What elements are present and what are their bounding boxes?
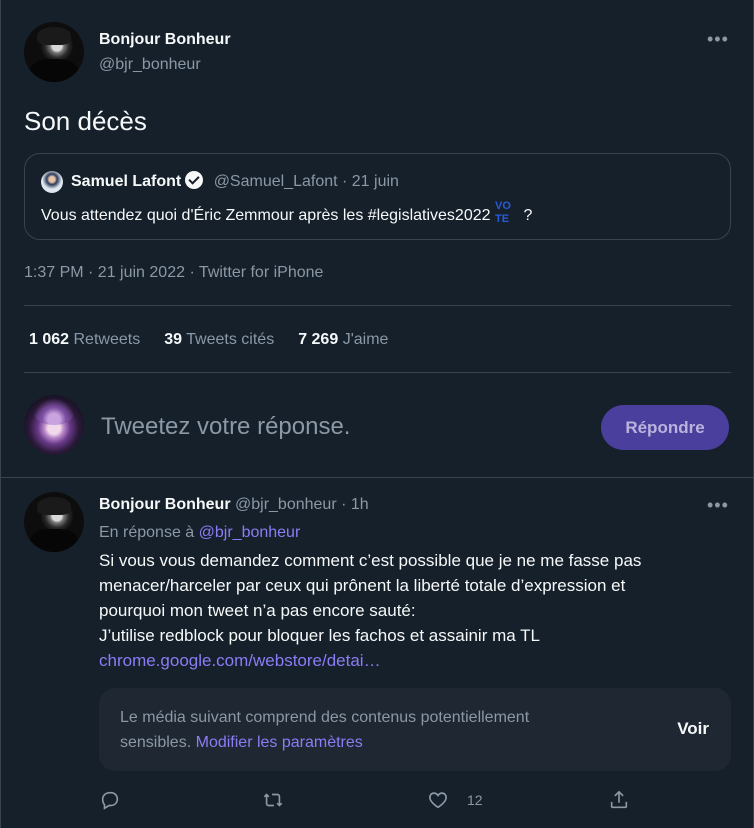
tweet-meta: 1:37 PM · 21 juin 2022 · Twitter for iPh…	[24, 264, 324, 281]
retweet-icon	[263, 793, 283, 807]
vote-top: VO	[494, 200, 511, 212]
reply-text: Si vous vous demandez comment c’est poss…	[99, 548, 729, 673]
modify-settings-link[interactable]: Modifier les paramètres	[196, 734, 363, 751]
vote-emoji: VO TE	[495, 200, 517, 226]
sensitive-line-2: sensibles. Modifier les paramètres	[120, 730, 640, 755]
vote-bottom: TE	[494, 213, 510, 225]
tweet-thread: Bonjour Bonheur @bjr_bonheur ••• Son déc…	[0, 0, 754, 828]
reply-input[interactable]: Tweetez votre réponse.	[101, 413, 581, 441]
in-reply-to: En réponse à @bjr_bonheur	[99, 524, 300, 542]
reply-line: Si vous vous demandez comment c’est poss…	[99, 551, 642, 570]
author-display-name[interactable]: Bonjour Bonheur	[99, 31, 231, 49]
in-reply-prefix: En réponse à	[99, 524, 195, 541]
reply-line: pourquoi mon tweet n’a pas encore sauté:	[99, 601, 416, 620]
quote-text-end: ?	[523, 207, 533, 224]
likes-label: J'aime	[342, 331, 389, 348]
reply-line: J’utilise redblock pour bloquer les fach…	[99, 626, 540, 645]
reply-header: Bonjour Bonheur @bjr_bonheur · 1h	[99, 496, 369, 514]
likes-count: 7 269	[298, 331, 339, 348]
reply-icon	[101, 791, 119, 810]
section-divider	[1, 477, 754, 478]
reply-link[interactable]: chrome.google.com/webstore/detai…	[99, 648, 729, 673]
quote-avatar[interactable]	[41, 171, 63, 193]
divider	[24, 305, 731, 306]
quote-body: Vous attendez quoi d'Éric Zemmour après …	[41, 207, 491, 224]
author-handle[interactable]: @bjr_bonheur	[99, 56, 201, 74]
quote-header: Samuel Lafont @Samuel_Lafont · 21 juin	[71, 171, 399, 191]
more-icon[interactable]: •••	[707, 496, 729, 514]
sensitive-line: sensibles.	[120, 734, 192, 751]
reply-handle-time[interactable]: @bjr_bonheur · 1h	[235, 496, 369, 513]
like-action[interactable]: 12	[427, 788, 483, 812]
author-avatar[interactable]	[24, 22, 84, 82]
divider	[24, 372, 731, 373]
retweets-label: Retweets	[73, 331, 141, 348]
quote-display-name[interactable]: Samuel Lafont	[71, 173, 181, 190]
sensitive-line: Le média suivant comprend des contenus p…	[120, 709, 530, 726]
quote-handle-date[interactable]: @Samuel_Lafont · 21 juin	[214, 173, 399, 190]
reply-button[interactable]: Répondre	[601, 405, 729, 450]
like-count: 12	[467, 792, 483, 808]
sensitive-text: Le média suivant comprend des contenus p…	[120, 705, 640, 755]
more-icon[interactable]: •••	[707, 30, 729, 48]
retweets-count: 1 062	[29, 331, 70, 348]
retweets-stat[interactable]: 1 062 Retweets	[29, 331, 140, 349]
reply-author-avatar[interactable]	[24, 492, 84, 552]
user-avatar[interactable]	[24, 395, 84, 455]
sensitive-media-warning: Le média suivant comprend des contenus p…	[99, 688, 731, 771]
view-media-button[interactable]: Voir	[677, 719, 709, 739]
reply-action[interactable]	[99, 788, 121, 812]
tweet-stats: 1 062 Retweets 39 Tweets cités 7 269 J'a…	[29, 331, 388, 349]
share-icon	[610, 790, 628, 809]
verified-icon	[185, 171, 204, 189]
likes-stat[interactable]: 7 269 J'aime	[298, 331, 388, 349]
quotes-label: Tweets cités	[186, 331, 275, 348]
in-reply-handle[interactable]: @bjr_bonheur	[199, 524, 301, 541]
quotes-stat[interactable]: 39 Tweets cités	[164, 331, 274, 349]
retweet-action[interactable]	[262, 788, 284, 812]
like-icon	[429, 792, 447, 809]
reply-line: menacer/harceler par ceux qui prônent la…	[99, 576, 626, 595]
quote-text: Vous attendez quoi d'Éric Zemmour après …	[41, 200, 532, 226]
share-action[interactable]	[608, 788, 630, 812]
tweet-text: Son décès	[24, 106, 147, 136]
quoted-tweet[interactable]: Samuel Lafont @Samuel_Lafont · 21 juin V…	[24, 153, 731, 240]
quotes-count: 39	[164, 331, 182, 348]
reply-display-name[interactable]: Bonjour Bonheur	[99, 496, 231, 513]
